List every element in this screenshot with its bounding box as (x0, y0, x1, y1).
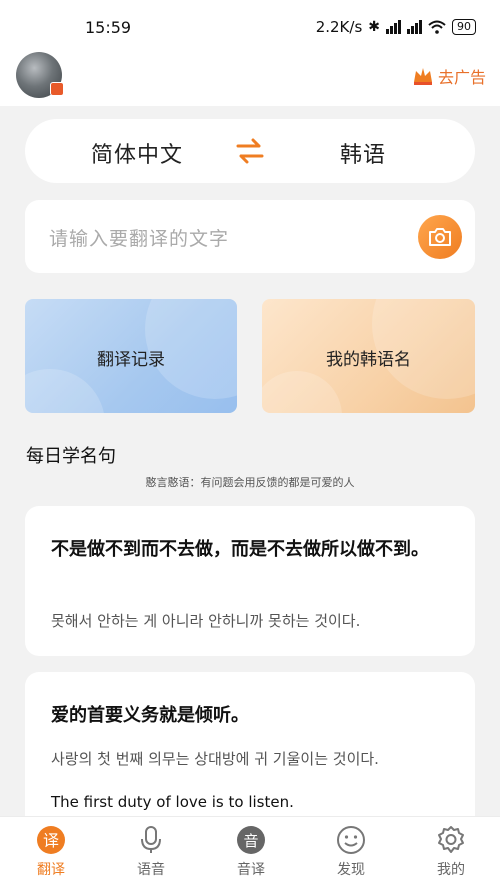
swap-language-icon[interactable] (235, 137, 265, 165)
discover-icon (337, 826, 365, 854)
camera-button[interactable] (418, 215, 462, 259)
quote-korean: 못해서 안하는 게 아니라 안하니까 못하는 것이다. (51, 612, 361, 630)
tab-discover[interactable]: 发现 (316, 825, 386, 879)
svg-text:音: 音 (243, 832, 258, 850)
signal-icon-2 (407, 20, 422, 34)
section-subtitle: 憨言憨语：有问题会用反馈的都是可爱的人 (145, 476, 355, 489)
microphone-icon (141, 826, 161, 853)
remove-ads-label: 去广告 (437, 68, 486, 87)
korean-name-label: 我的韩语名 (326, 350, 411, 370)
phonetic-icon: 音 (237, 826, 265, 854)
remove-ads-button[interactable]: 去广告 (412, 64, 486, 88)
target-language[interactable]: 韩语 (340, 137, 386, 169)
network-speed: 2.2K/s (315, 18, 363, 36)
battery-indicator: 90 (452, 19, 476, 35)
card-decoration (25, 369, 105, 413)
wifi-icon (428, 20, 446, 34)
section-title: 每日学名句 (26, 446, 116, 467)
quote-chinese: 不是做不到而不去做，而是不去做所以做不到。 (51, 539, 429, 560)
tab-label: 我的 (437, 862, 465, 878)
translation-history-label: 翻译记录 (97, 350, 165, 370)
signal-icon (386, 20, 401, 34)
status-icons: 2.2K/s ✱ 90 (316, 18, 476, 36)
translate-icon: 译 (37, 826, 65, 854)
tab-mine[interactable]: 我的 (416, 825, 486, 879)
bottom-tab-bar: 译 翻译 语音 音 音译 发现 我的 (0, 816, 500, 889)
translate-input[interactable]: 请输入要翻译的文字 (25, 200, 475, 273)
avatar-badge (50, 82, 64, 96)
tab-translate[interactable]: 译 翻译 (16, 825, 86, 879)
status-bar: 15:59 2.2K/s ✱ 90 (0, 0, 500, 52)
translation-history-card[interactable]: 翻译记录 (25, 299, 237, 413)
quote-english: The first duty of love is to listen. (51, 793, 294, 811)
tab-label: 语音 (137, 862, 165, 878)
card-decoration (262, 371, 342, 413)
korean-name-card[interactable]: 我的韩语名 (262, 299, 475, 413)
tab-label: 翻译 (37, 862, 65, 878)
tab-label: 发现 (337, 862, 365, 878)
camera-icon (429, 228, 451, 246)
language-selector: 简体中文 韩语 (25, 119, 475, 183)
quote-card[interactable]: 爱的首要义务就是倾听。 사랑의 첫 번째 의무는 상대방에 귀 기울이는 것이다… (25, 672, 475, 832)
quote-korean: 사랑의 첫 번째 의무는 상대방에 귀 기울이는 것이다. (51, 750, 379, 768)
crown-icon (413, 68, 432, 85)
app-header: 去广告 (0, 52, 500, 106)
tab-label: 音译 (237, 862, 265, 878)
source-language[interactable]: 简体中文 (91, 137, 183, 169)
input-placeholder: 请输入要翻译的文字 (49, 228, 230, 250)
tab-phonetic[interactable]: 音 音译 (216, 825, 286, 879)
quote-chinese: 爱的首要义务就是倾听。 (51, 705, 249, 726)
bluetooth-icon: ✱ (368, 19, 380, 35)
tab-voice[interactable]: 语音 (116, 825, 186, 879)
svg-text:译: 译 (43, 831, 59, 850)
settings-gear-icon (438, 826, 464, 853)
status-time: 15:59 (85, 18, 132, 37)
quote-card[interactable]: 不是做不到而不去做，而是不去做所以做不到。 못해서 안하는 게 아니라 안하니까… (25, 506, 475, 656)
